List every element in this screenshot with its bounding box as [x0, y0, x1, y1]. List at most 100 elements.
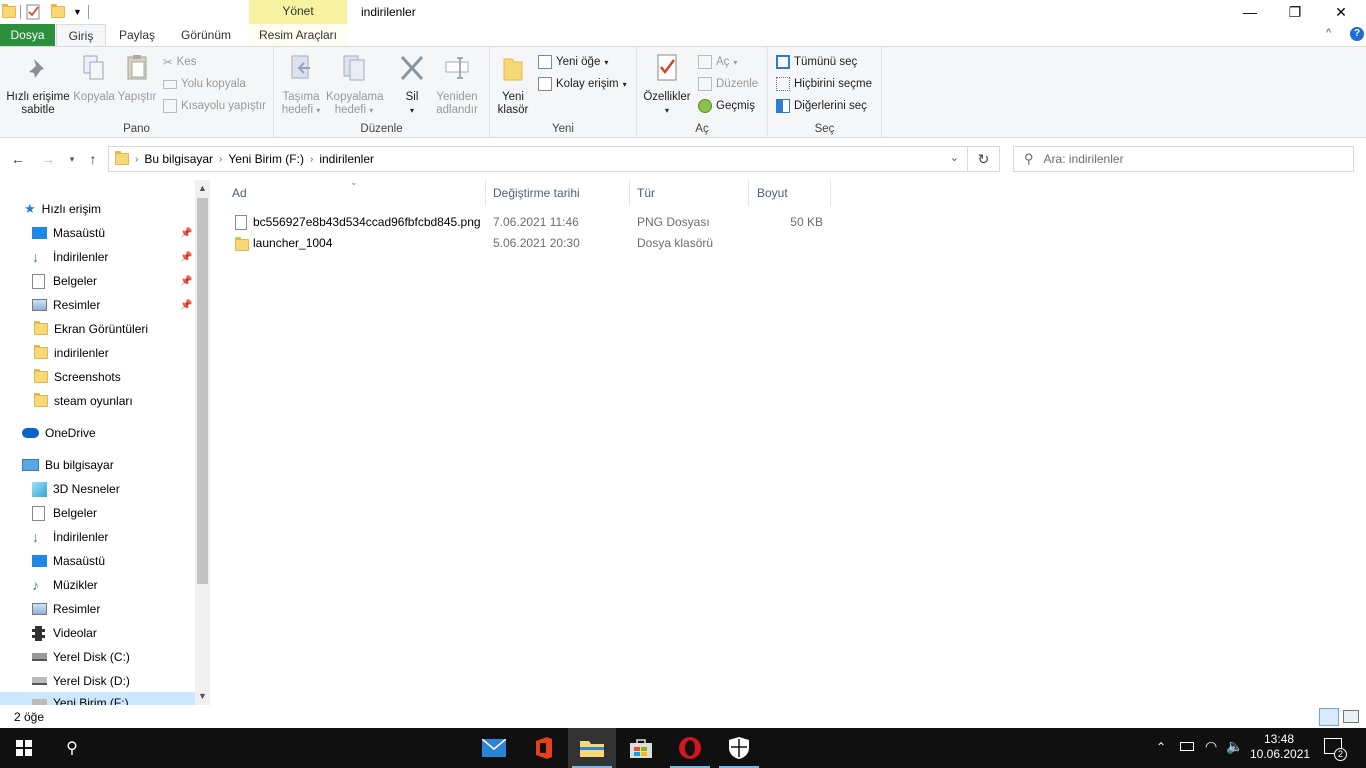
nav-quick-access[interactable]: ★ Hızlı erişim: [24, 198, 101, 220]
large-icons-view-icon[interactable]: [1343, 710, 1359, 723]
properties-button[interactable]: Özellikler ▾: [641, 53, 693, 117]
chevron-right-icon[interactable]: ›: [219, 154, 222, 165]
pinned-icon[interactable]: 📌: [180, 252, 192, 263]
opera-icon[interactable]: [666, 728, 714, 768]
nav-item-screenshots-tr[interactable]: Ekran Görüntüleri: [34, 318, 148, 340]
table-row[interactable]: launcher_1004 5.06.2021 20:30 Dosya klas…: [230, 233, 830, 254]
nav-item-screenshots[interactable]: Screenshots: [34, 366, 121, 388]
column-header-name[interactable]: Ad: [226, 180, 486, 206]
chevron-right-icon[interactable]: ›: [310, 154, 313, 165]
tab-file[interactable]: Dosya: [0, 24, 55, 46]
column-header-type[interactable]: Tür: [631, 180, 749, 206]
tab-view[interactable]: Görünüm: [172, 24, 240, 46]
wifi-icon[interactable]: ◠: [1205, 738, 1217, 755]
collapse-ribbon-icon[interactable]: ^: [1326, 27, 1331, 39]
battery-icon[interactable]: [1180, 742, 1194, 751]
move-to-icon: [291, 55, 310, 79]
history-button[interactable]: Geçmiş: [698, 96, 755, 116]
breadcrumb-this-pc[interactable]: Bu bilgisayar: [144, 152, 213, 166]
nav-item-videos[interactable]: Videolar: [32, 622, 97, 644]
close-button[interactable]: ✕: [1318, 0, 1364, 24]
properties-icon[interactable]: [25, 4, 41, 20]
chevron-right-icon[interactable]: ›: [135, 154, 138, 165]
scroll-down-icon[interactable]: ▼: [198, 691, 207, 701]
back-arrow-icon[interactable]: ←: [8, 146, 28, 172]
nav-item-3d-objects[interactable]: 3D Nesneler: [32, 478, 120, 500]
column-header-size[interactable]: Boyut: [751, 180, 831, 206]
nav-item-pc-downloads[interactable]: ↓ İndirilenler: [32, 526, 108, 548]
nav-item-downloads[interactable]: ↓ İndirilenler 📌: [32, 246, 197, 268]
qat-dropdown-icon[interactable]: ▼: [73, 7, 82, 17]
breadcrumb-drive-f[interactable]: Yeni Birim (F:): [228, 152, 304, 166]
documents-icon: [32, 273, 45, 289]
pin-quick-access-button[interactable]: Hızlı erişime sabitle: [4, 53, 72, 117]
rename-button[interactable]: Yeniden adlandır: [432, 53, 482, 117]
nav-item-indirilenler[interactable]: indirilenler: [34, 342, 109, 364]
pinned-icon[interactable]: 📌: [180, 300, 192, 311]
nav-onedrive[interactable]: OneDrive: [22, 422, 96, 444]
recent-locations-icon[interactable]: ▾: [62, 146, 82, 172]
search-box[interactable]: ⚲ Ara: indirilenler: [1013, 146, 1354, 172]
address-bar[interactable]: › Bu bilgisayar › Yeni Birim (F:) › indi…: [108, 146, 968, 172]
nav-item-disk-d[interactable]: Yerel Disk (D:): [32, 670, 130, 692]
paste-button[interactable]: Yapıştır: [116, 53, 158, 104]
security-shield-icon[interactable]: [715, 728, 763, 768]
edit-button[interactable]: Düzenle: [698, 74, 758, 94]
nav-this-pc[interactable]: Bu bilgisayar: [22, 454, 114, 476]
tab-share[interactable]: Paylaş: [112, 24, 162, 46]
volume-icon[interactable]: 🔈: [1226, 738, 1243, 755]
copy-button[interactable]: Kopyala: [72, 53, 116, 104]
open-button[interactable]: Aç ▾: [698, 52, 737, 72]
chevron-up-icon[interactable]: ⌃: [1156, 740, 1166, 754]
search-icon[interactable]: ⚲: [48, 728, 96, 768]
nav-item-disk-c[interactable]: Yerel Disk (C:): [32, 646, 130, 668]
nav-item-pc-pictures[interactable]: Resimler: [32, 598, 100, 620]
move-to-button[interactable]: Taşıma hedefi ▾: [276, 53, 326, 117]
maximize-button[interactable]: ❐: [1272, 0, 1318, 24]
column-header-date[interactable]: Değiştirme tarihi: [487, 180, 630, 206]
delete-button[interactable]: Sil ▾: [390, 53, 434, 117]
store-icon[interactable]: [617, 728, 665, 768]
clock[interactable]: 13:48 10.06.2021: [1250, 732, 1310, 762]
address-dropdown-icon[interactable]: ⌄: [950, 151, 959, 164]
invert-selection-button[interactable]: Diğerlerini seç: [776, 96, 867, 116]
details-view-icon[interactable]: [1319, 708, 1339, 726]
refresh-icon[interactable]: ↻: [968, 146, 1000, 172]
pinned-icon[interactable]: 📌: [180, 276, 192, 287]
forward-arrow-icon[interactable]: →: [38, 146, 58, 172]
nav-item-drive-f[interactable]: Yeni Birim (F:): [0, 692, 195, 705]
new-folder-icon[interactable]: [51, 4, 65, 18]
windows-start-icon[interactable]: [0, 728, 48, 768]
select-none-button[interactable]: Hiçbirini seçme: [776, 74, 872, 94]
folder-icon: [34, 393, 48, 407]
nav-item-documents[interactable]: Belgeler 📌: [32, 270, 197, 292]
nav-item-steam-games[interactable]: steam oyunları: [34, 390, 133, 412]
tab-home[interactable]: Giriş: [56, 24, 106, 47]
new-item-button[interactable]: Yeni öğe ▾: [538, 52, 608, 72]
help-icon[interactable]: ?: [1350, 27, 1364, 41]
cut-button[interactable]: ✂ Kes: [163, 52, 196, 72]
tab-picture-tools[interactable]: Resim Araçları: [249, 24, 347, 46]
nav-item-desktop[interactable]: Masaüstü 📌: [32, 222, 197, 244]
pinned-icon[interactable]: 📌: [180, 228, 192, 239]
file-explorer-icon[interactable]: [568, 728, 616, 768]
mail-icon[interactable]: [470, 728, 518, 768]
nav-item-pictures[interactable]: Resimler 📌: [32, 294, 197, 316]
nav-item-music[interactable]: ♪ Müzikler: [32, 574, 98, 596]
scroll-up-icon[interactable]: ▲: [198, 183, 207, 193]
copy-path-button[interactable]: Yolu kopyala: [163, 74, 246, 94]
office-icon[interactable]: [519, 728, 567, 768]
up-arrow-icon[interactable]: ↑: [83, 146, 103, 172]
new-folder-button[interactable]: Yeni klasör: [492, 53, 534, 117]
select-all-button[interactable]: Tümünü seç: [776, 52, 857, 72]
minimize-button[interactable]: —: [1227, 0, 1273, 24]
nav-scrollbar-thumb[interactable]: [197, 198, 208, 584]
paste-shortcut-button[interactable]: Kısayolu yapıştır: [163, 96, 266, 116]
easy-access-button[interactable]: Kolay erişim ▾: [538, 74, 627, 94]
copy-to-button[interactable]: Kopyalama hedefi ▾: [326, 53, 384, 117]
copy-path-icon: [163, 79, 177, 89]
nav-item-pc-documents[interactable]: Belgeler: [32, 502, 97, 524]
breadcrumb-downloads[interactable]: indirilenler: [319, 152, 374, 166]
nav-item-pc-desktop[interactable]: Masaüstü: [32, 550, 105, 572]
table-row[interactable]: bc556927e8b43d534ccad96fbfcbd845.png 7.0…: [230, 212, 830, 233]
